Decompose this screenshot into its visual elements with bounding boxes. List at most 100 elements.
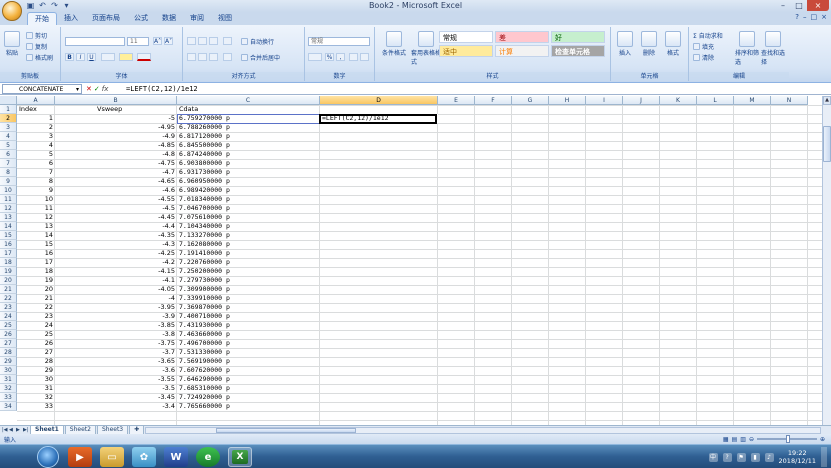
row-header[interactable]: 19 <box>0 267 17 276</box>
cell-cdata[interactable]: 6.874240000 p <box>177 150 320 159</box>
cell-vsweep[interactable]: -4.15 <box>55 267 177 276</box>
cell-index[interactable]: 16 <box>17 249 55 258</box>
cell-vsweep[interactable]: -5 <box>55 114 177 123</box>
cell-index[interactable]: 6 <box>17 159 55 168</box>
cell-vsweep[interactable]: -4.9 <box>55 132 177 141</box>
row-header[interactable]: 18 <box>0 258 17 267</box>
cell-index[interactable]: 30 <box>17 375 55 384</box>
cell-index[interactable]: 21 <box>17 294 55 303</box>
column-header-a[interactable]: A <box>17 96 55 105</box>
cell-index[interactable]: 22 <box>17 303 55 312</box>
zoom-knob[interactable] <box>785 435 790 443</box>
cell-cdata[interactable]: 6.903800000 p <box>177 159 320 168</box>
increase-decimal-button[interactable] <box>349 53 358 61</box>
name-box[interactable]: CONCATENATE ▾ <box>2 84 82 94</box>
row-header[interactable]: 2 <box>0 114 17 123</box>
cell-vsweep[interactable]: -3.75 <box>55 339 177 348</box>
paste-button[interactable]: 粘贴 <box>4 31 20 57</box>
row-header[interactable]: 6 <box>0 150 17 159</box>
currency-button[interactable] <box>308 53 322 61</box>
cell-cdata[interactable]: 7.104340000 p <box>177 222 320 231</box>
cell-index[interactable]: 3 <box>17 132 55 141</box>
borders-button[interactable] <box>101 53 115 61</box>
cell-cdata[interactable]: 7.531330000 p <box>177 348 320 357</box>
cell-vsweep[interactable]: -3.9 <box>55 312 177 321</box>
cell-index[interactable]: 1 <box>17 114 55 123</box>
cell-cdata[interactable]: 7.133270000 p <box>177 231 320 240</box>
row-header[interactable]: 22 <box>0 294 17 303</box>
cell-cdata[interactable]: 6.960950000 p <box>177 177 320 186</box>
cell-cdata[interactable]: 6.817120000 p <box>177 132 320 141</box>
row-header[interactable]: 30 <box>0 366 17 375</box>
cell-index[interactable]: 18 <box>17 267 55 276</box>
workbook-close-button[interactable]: × <box>821 13 827 21</box>
cell-vsweep[interactable]: -4.65 <box>55 177 177 186</box>
bold-button[interactable]: B <box>65 53 74 61</box>
insert-cells-button[interactable]: 插入 <box>617 31 633 57</box>
tab-review[interactable]: 审阅 <box>183 12 211 25</box>
style-check-cell[interactable]: 检查单元格 <box>551 45 605 57</box>
media-player-icon[interactable]: ▶ <box>68 447 92 467</box>
cell-index[interactable]: 4 <box>17 141 55 150</box>
cell-vsweep[interactable]: -3.95 <box>55 303 177 312</box>
column-header-l[interactable]: L <box>697 96 734 105</box>
row-header[interactable]: 5 <box>0 141 17 150</box>
cell-cdata[interactable]: 7.569190000 p <box>177 357 320 366</box>
cell-vsweep[interactable]: -4.05 <box>55 285 177 294</box>
font-name-select[interactable] <box>65 37 125 46</box>
cell-vsweep[interactable]: -3.5 <box>55 384 177 393</box>
cell-index[interactable]: 10 <box>17 195 55 204</box>
cell-index[interactable]: 13 <box>17 222 55 231</box>
row-header[interactable]: 13 <box>0 213 17 222</box>
cell-index[interactable]: 33 <box>17 402 55 411</box>
cell-cdata[interactable]: 7.646290000 p <box>177 375 320 384</box>
cell-vsweep[interactable]: -4.95 <box>55 123 177 132</box>
close-button[interactable]: × <box>807 0 829 11</box>
cell-index[interactable]: 15 <box>17 240 55 249</box>
cell-vsweep[interactable]: -4.8 <box>55 150 177 159</box>
row-header[interactable]: 32 <box>0 384 17 393</box>
underline-button[interactable]: U <box>87 53 96 61</box>
style-good[interactable]: 好 <box>551 31 605 43</box>
cell-cdata[interactable]: 7.250200000 p <box>177 267 320 276</box>
tab-home[interactable]: 开始 <box>27 12 57 25</box>
start-button[interactable] <box>37 446 59 468</box>
browser-icon[interactable]: e <box>196 447 220 467</box>
cell-index[interactable]: 11 <box>17 204 55 213</box>
cancel-formula-button[interactable]: ✕ <box>86 84 92 94</box>
normal-view-icon[interactable]: ▦ <box>723 436 729 443</box>
cell-index[interactable]: 29 <box>17 366 55 375</box>
help-tray-icon[interactable]: ? <box>722 452 732 462</box>
tab-data[interactable]: 数据 <box>155 12 183 25</box>
cell-index[interactable]: 9 <box>17 186 55 195</box>
cell-vsweep[interactable]: -4.25 <box>55 249 177 258</box>
scroll-up-icon[interactable]: ▲ <box>823 96 831 105</box>
cell-index[interactable]: 19 <box>17 276 55 285</box>
network-app-icon[interactable]: ✿ <box>132 447 156 467</box>
minimize-button[interactable]: – <box>775 0 791 11</box>
row-header[interactable]: 25 <box>0 321 17 330</box>
clear-button[interactable]: 清除 <box>693 53 714 62</box>
cell-c1[interactable]: Cdata <box>177 105 320 114</box>
cell-vsweep[interactable]: -4.55 <box>55 195 177 204</box>
format-as-table-button[interactable]: 套用表格格式 <box>411 31 441 66</box>
row-header[interactable]: 29 <box>0 357 17 366</box>
percent-button[interactable]: % <box>325 53 334 61</box>
row-header[interactable]: 26 <box>0 330 17 339</box>
maximize-button[interactable]: □ <box>791 0 807 11</box>
last-sheet-icon[interactable]: ▶| <box>23 427 29 433</box>
row-header[interactable]: 10 <box>0 186 17 195</box>
cell-index[interactable]: 5 <box>17 150 55 159</box>
align-top-button[interactable] <box>187 37 196 45</box>
cell-vsweep[interactable]: -3.85 <box>55 321 177 330</box>
align-bottom-button[interactable] <box>209 37 218 45</box>
page-break-view-icon[interactable]: ▥ <box>740 436 746 443</box>
shrink-font-button[interactable]: A˅ <box>164 37 173 45</box>
tab-insert[interactable]: 插入 <box>57 12 85 25</box>
volume-icon[interactable]: ♪ <box>764 452 774 462</box>
cell-vsweep[interactable]: -3.65 <box>55 357 177 366</box>
row-header[interactable]: 23 <box>0 303 17 312</box>
file-explorer-icon[interactable]: ▭ <box>100 447 124 467</box>
cell-cdata[interactable]: 7.431930000 p <box>177 321 320 330</box>
cell-index[interactable]: 7 <box>17 168 55 177</box>
